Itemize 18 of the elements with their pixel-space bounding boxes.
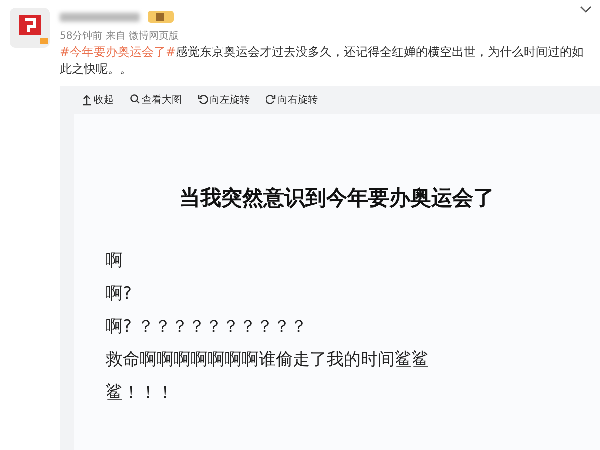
image-text-line: 啊? xyxy=(106,283,134,305)
rotate-icon xyxy=(266,94,276,106)
post-meta: 58分钟前 来自 微博网页版 xyxy=(60,30,180,43)
post-text: #今年要办奥运会了#感觉东京奥运会才过去没多久，还记得全红婵的横空出世，为什么时间过的如此之快呢。。 xyxy=(60,44,586,78)
upload-icon xyxy=(82,94,92,106)
image-text-line: 鲨！！！ xyxy=(106,382,175,404)
rotate-icon xyxy=(198,94,208,106)
toolbar-button[interactable]: 向左旋转 xyxy=(198,93,250,107)
image-text-line: 啊 xyxy=(106,250,124,272)
toolbar-button[interactable]: 收起 xyxy=(82,93,114,107)
image-text-line: 救命啊啊啊啊啊啊啊谁偷走了我的时间鲨鲨 xyxy=(106,349,430,371)
search-icon xyxy=(130,94,140,106)
badge-icon xyxy=(148,11,174,23)
toolbar-button[interactable]: 向右旋转 xyxy=(266,93,318,107)
chevron-down-icon[interactable] xyxy=(580,6,592,14)
image-title: 当我突然意识到今年要办奥运会了 xyxy=(178,185,496,212)
image-text-line: 啊? ？？？？？？？？？？ xyxy=(106,316,308,338)
toolbar-button[interactable]: 查看大图 xyxy=(130,93,182,107)
